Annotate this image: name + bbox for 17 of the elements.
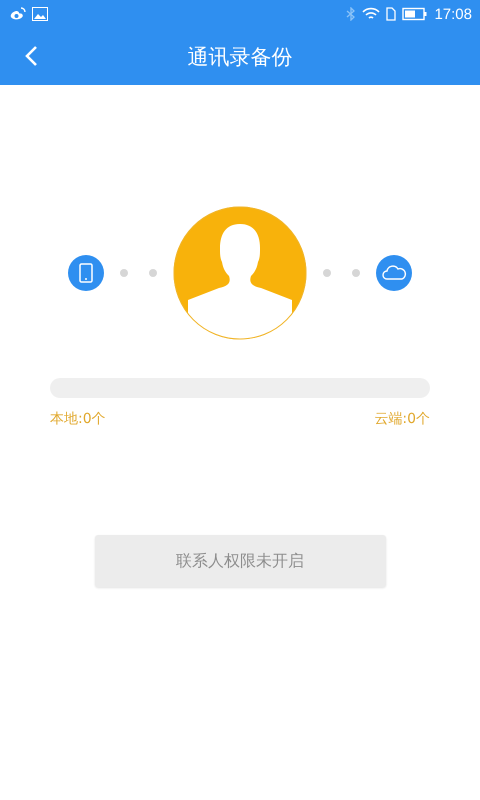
phone-icon [68,255,104,291]
weibo-icon [10,7,26,21]
bluetooth-icon [346,7,356,21]
wifi-icon [362,7,380,21]
page-title: 通讯录备份 [188,44,292,70]
status-time: 17:08 [434,6,472,22]
local-count: 本地:0个 [50,410,106,428]
dot [149,269,157,277]
avatar-icon [173,206,307,340]
dot [352,269,360,277]
battery-icon [402,7,428,21]
dot [120,269,128,277]
image-icon [32,7,48,21]
cloud-icon [376,255,412,291]
dot [323,269,331,277]
sim-icon [386,7,396,21]
cloud-count: 云端:0个 [374,410,430,428]
